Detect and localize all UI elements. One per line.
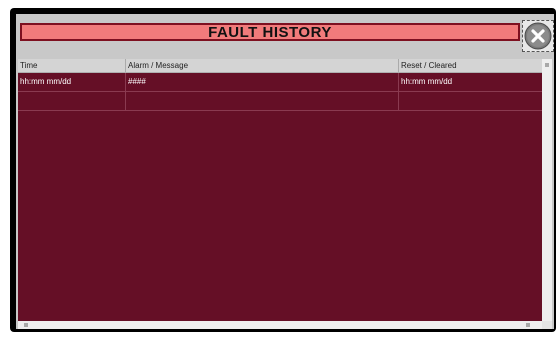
cell-alarm-message	[126, 92, 399, 110]
scroll-left-arrow[interactable]	[24, 323, 28, 327]
cell-reset-cleared	[399, 92, 542, 110]
scrollbar-corner	[542, 321, 552, 329]
cell-alarm-message: ####	[126, 73, 399, 91]
title-bar: FAULT HISTORY	[20, 23, 520, 41]
scroll-up-arrow[interactable]	[545, 63, 549, 67]
table-row[interactable]: hh:mm mm/dd #### hh:mm mm/dd	[18, 73, 542, 92]
fault-table-frame: Time Alarm / Message Reset / Cleared hh:…	[18, 59, 552, 329]
cell-time: hh:mm mm/dd	[18, 73, 126, 91]
scroll-right-arrow[interactable]	[526, 323, 530, 327]
dialog-title: FAULT HISTORY	[208, 23, 332, 41]
cell-time	[18, 92, 126, 110]
column-header-reset-cleared[interactable]: Reset / Cleared	[399, 59, 542, 72]
table-row[interactable]	[18, 92, 542, 111]
column-header-time[interactable]: Time	[18, 59, 126, 72]
cell-reset-cleared: hh:mm mm/dd	[401, 77, 453, 86]
close-x-icon	[524, 22, 552, 50]
fault-table: Time Alarm / Message Reset / Cleared hh:…	[18, 59, 542, 321]
vertical-scrollbar[interactable]	[542, 59, 552, 321]
close-button[interactable]	[522, 20, 554, 52]
horizontal-scrollbar[interactable]	[18, 321, 542, 329]
table-header: Time Alarm / Message Reset / Cleared	[18, 59, 542, 73]
dialog-content: FAULT HISTORY Time Alarm / Message Reset…	[16, 14, 554, 329]
column-header-alarm-message[interactable]: Alarm / Message	[126, 59, 399, 72]
fault-history-window: FAULT HISTORY Time Alarm / Message Reset…	[10, 8, 556, 332]
